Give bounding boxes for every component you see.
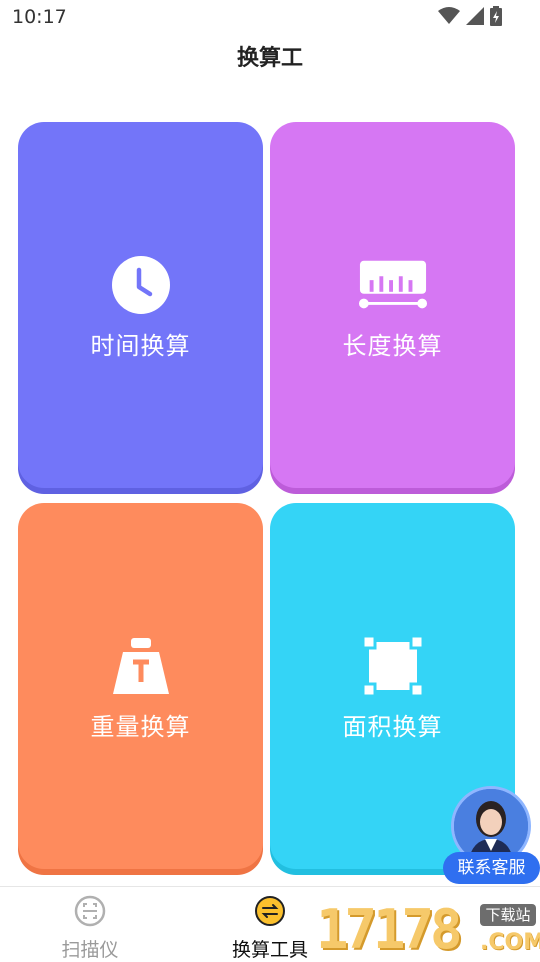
nav-item-scanner[interactable]: 扫描仪 [30, 895, 150, 962]
watermark-digits: 17178 [316, 898, 463, 961]
wifi-icon [438, 7, 460, 24]
watermark-tag: 下载站 [480, 904, 536, 926]
convert-icon [255, 896, 285, 926]
length-conversion-card[interactable]: 长度换算 [270, 122, 515, 488]
cell-signal-icon [466, 7, 484, 25]
status-icons [438, 6, 502, 26]
ruler-icon [358, 250, 428, 320]
nav-item-converter[interactable]: 换算工具 [210, 895, 330, 962]
area-conversion-label: 面积换算 [342, 712, 443, 741]
status-time: 10:17 [12, 6, 67, 28]
battery-icon [490, 6, 502, 26]
customer-service-label: 联系客服 [443, 852, 540, 884]
status-bar: 10:17 [0, 0, 540, 36]
weight-conversion-card[interactable]: 重量换算 [18, 503, 263, 869]
weight-icon [106, 631, 176, 701]
length-conversion-label: 长度换算 [342, 331, 443, 360]
time-conversion-card[interactable]: 时间换算 [18, 122, 263, 488]
nav-label-scanner: 扫描仪 [61, 939, 119, 961]
time-conversion-label: 时间换算 [90, 331, 191, 360]
weight-conversion-label: 重量换算 [90, 712, 191, 741]
nav-label-converter: 换算工具 [231, 939, 308, 961]
page-title: 换算工 [236, 46, 303, 71]
customer-service-button[interactable]: 联系客服 [443, 786, 540, 886]
watermark-suffix: .COM [480, 930, 540, 955]
scan-icon [74, 895, 106, 927]
watermark-logo: 17178 下载站 .COM [316, 896, 540, 961]
area-icon [358, 631, 428, 701]
clock-icon [106, 250, 176, 320]
